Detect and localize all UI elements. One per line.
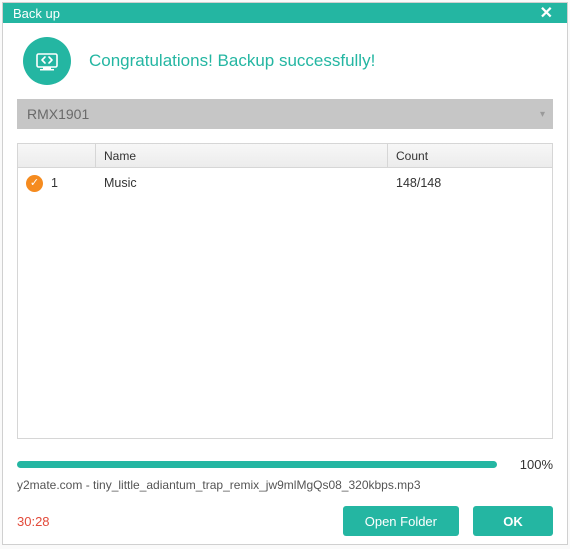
- success-message: Congratulations! Backup successfully!: [89, 51, 375, 71]
- progress-row: 100%: [17, 457, 553, 472]
- progress-percent: 100%: [509, 457, 553, 472]
- row-status: ✓ 1: [18, 175, 96, 192]
- close-icon[interactable]: ✕: [536, 3, 557, 23]
- check-icon: ✓: [26, 175, 43, 192]
- row-index: 1: [51, 176, 58, 190]
- titlebar: Back up ✕: [3, 3, 567, 23]
- progress-fill: [17, 461, 497, 468]
- success-header: Congratulations! Backup successfully!: [17, 37, 553, 85]
- backup-device-icon: [23, 37, 71, 85]
- table-row: ✓ 1 Music 148/148: [18, 168, 552, 198]
- open-folder-button[interactable]: Open Folder: [343, 506, 459, 536]
- row-name: Music: [96, 176, 388, 190]
- col-name: Name: [96, 144, 388, 167]
- content-area: Congratulations! Backup successfully! RM…: [3, 23, 567, 548]
- device-selector[interactable]: RMX1901 ▾: [17, 99, 553, 129]
- elapsed-time: 30:28: [17, 514, 50, 529]
- col-count: Count: [388, 144, 552, 167]
- ok-button[interactable]: OK: [473, 506, 553, 536]
- results-table: Name Count ✓ 1 Music 148/148: [17, 143, 553, 439]
- device-name: RMX1901: [27, 106, 89, 122]
- row-count: 148/148: [388, 176, 552, 190]
- col-status: [18, 144, 96, 167]
- backup-dialog: Back up ✕ Congratulations! Backup succes…: [2, 2, 568, 545]
- table-header: Name Count: [18, 144, 552, 168]
- progress-bar: [17, 461, 497, 468]
- current-file: y2mate.com - tiny_little_adiantum_trap_r…: [17, 478, 553, 492]
- chevron-down-icon: ▾: [540, 109, 545, 120]
- window-title: Back up: [13, 6, 536, 21]
- footer: 30:28 Open Folder OK: [17, 506, 553, 536]
